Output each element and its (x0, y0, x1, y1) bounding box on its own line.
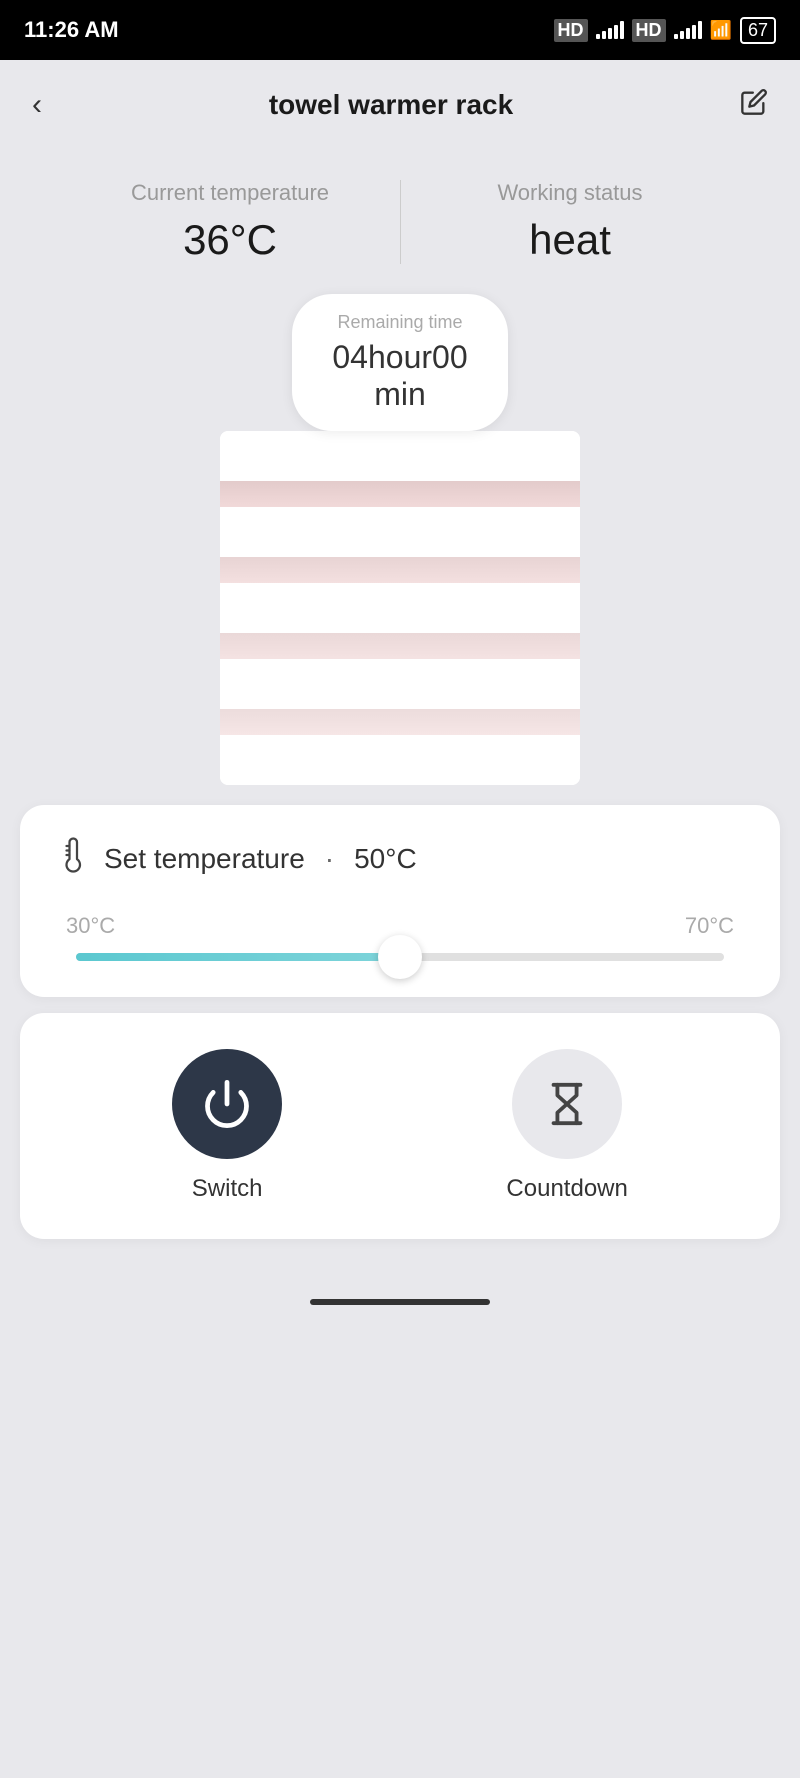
slider-max-label: 70°C (685, 913, 734, 939)
page-title: towel warmer rack (269, 89, 513, 121)
remaining-time-container: Remaining time 04hour00 min (0, 294, 800, 431)
wifi-icon: 📶 (710, 20, 732, 41)
signal-bars-1 (596, 21, 624, 39)
working-status-value: heat (400, 216, 740, 264)
switch-control[interactable]: Switch (172, 1049, 282, 1203)
slider-fill (76, 953, 400, 961)
towel-rack-visual (220, 431, 580, 785)
temp-card-header: Set temperature · 50°C (56, 837, 744, 881)
power-icon (201, 1078, 253, 1130)
status-time: 11:26 AM (24, 17, 119, 43)
slider-track[interactable] (76, 953, 724, 961)
slider-thumb[interactable] (378, 935, 422, 979)
edit-button[interactable] (740, 88, 768, 123)
working-status-label: Working status (400, 180, 740, 206)
status-icons: HD HD 📶 67 (554, 17, 776, 44)
stats-section: Current temperature 36°C Working status … (0, 150, 800, 284)
hd-badge-2: HD (632, 19, 666, 42)
slider-min-label: 30°C (66, 913, 115, 939)
bottom-indicator (0, 1279, 800, 1325)
temp-slider-container[interactable]: 30°C 70°C (56, 913, 744, 961)
status-bar: 11:26 AM HD HD 📶 67 (0, 0, 800, 60)
countdown-label: Countdown (506, 1175, 627, 1203)
switch-label: Switch (192, 1175, 263, 1203)
hd-badge-1: HD (554, 19, 588, 42)
signal-bars-2 (674, 21, 702, 39)
page-header: ‹ towel warmer rack (0, 60, 800, 150)
current-temp-label: Current temperature (60, 180, 400, 206)
temperature-card: Set temperature · 50°C 30°C 70°C (20, 805, 780, 997)
countdown-button[interactable] (512, 1049, 622, 1159)
set-temp-label: Set temperature (104, 843, 305, 875)
home-indicator (310, 1299, 490, 1305)
remaining-time-label: Remaining time (332, 312, 467, 333)
current-temp-item: Current temperature 36°C (60, 180, 400, 264)
temp-dot: · (325, 843, 334, 875)
countdown-control[interactable]: Countdown (506, 1049, 627, 1203)
working-status-item: Working status heat (400, 180, 740, 264)
temp-set-value: 50°C (354, 843, 417, 875)
remaining-time-bubble: Remaining time 04hour00 min (292, 294, 507, 431)
towel-rack-area (0, 431, 800, 785)
switch-button[interactable] (172, 1049, 282, 1159)
battery-indicator: 67 (740, 17, 776, 44)
current-temp-value: 36°C (60, 216, 400, 264)
thermometer-icon (56, 837, 92, 881)
hourglass-icon (544, 1081, 590, 1127)
remaining-time-value: 04hour00 min (332, 339, 467, 413)
controls-card: Switch Countdown (20, 1013, 780, 1239)
back-button[interactable]: ‹ (32, 88, 42, 122)
